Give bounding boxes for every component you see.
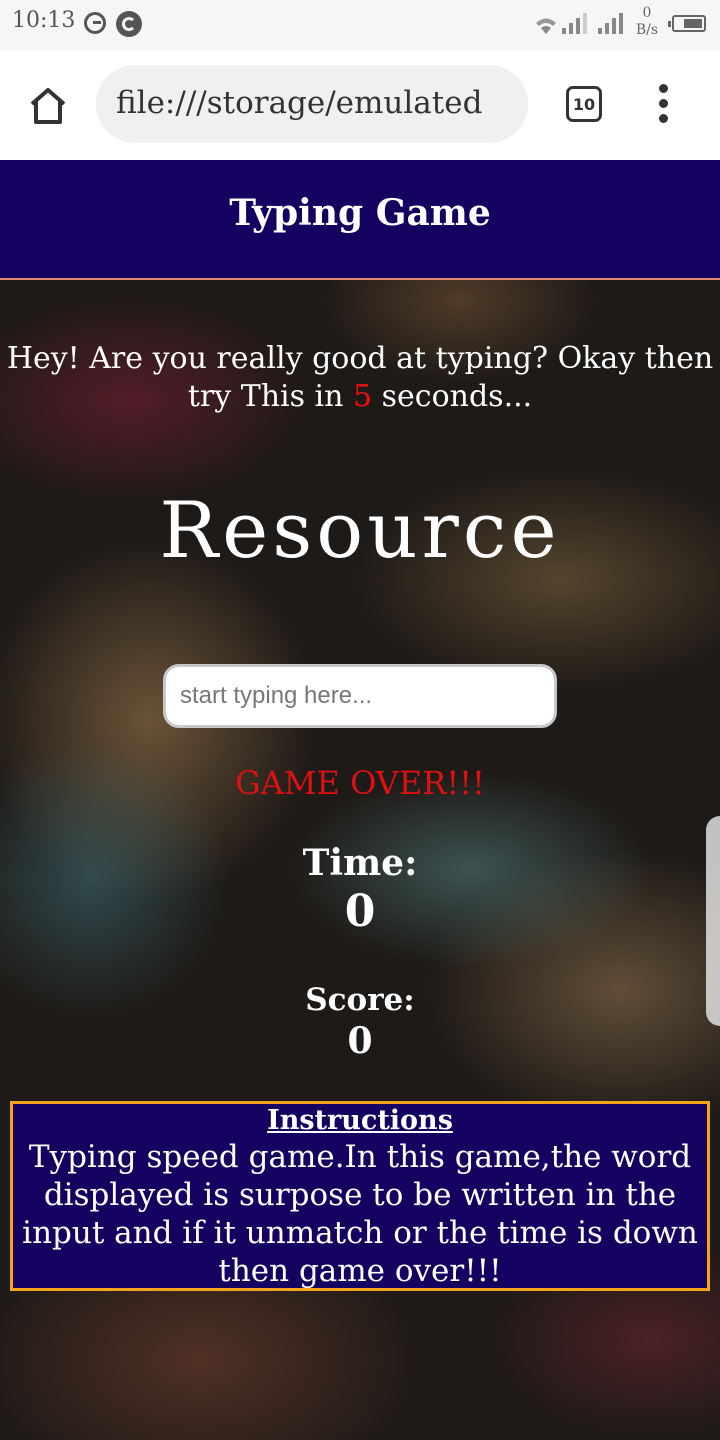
signal-strength-icon-1 xyxy=(562,12,590,34)
game-page: Typing Game Hey! Are you really good at … xyxy=(0,160,720,1440)
browser-toolbar: file:///storage/emulated 10 xyxy=(0,50,720,160)
page-title: Typing Game xyxy=(229,192,491,234)
instructions-title: Instructions xyxy=(267,1105,453,1136)
page-header: Typing Game xyxy=(0,160,720,280)
typing-input[interactable] xyxy=(163,664,557,728)
google-icon xyxy=(84,12,106,34)
score-label: Score: xyxy=(305,982,415,1018)
status-bar: 10:13 0 B/s xyxy=(0,0,720,50)
instructions-panel: Instructions Typing speed game.In this g… xyxy=(10,1101,710,1291)
signal-strength-icon-2 xyxy=(598,12,626,34)
url-text: file:///storage/emulated xyxy=(116,85,483,121)
tab-switcher-button[interactable]: 10 xyxy=(566,86,602,122)
seconds-value: 5 xyxy=(353,379,373,414)
battery-icon xyxy=(668,15,706,32)
game-status-message: GAME OVER!!! xyxy=(235,764,485,802)
home-icon[interactable] xyxy=(26,84,70,128)
instructions-body: Typing speed game.In this game,the word … xyxy=(22,1139,698,1289)
network-speed: 0 B/s xyxy=(632,5,662,39)
status-time: 10:13 xyxy=(12,8,76,33)
score-value: 0 xyxy=(347,1020,373,1062)
overflow-menu-icon[interactable] xyxy=(656,84,672,124)
address-bar[interactable]: file:///storage/emulated xyxy=(96,65,528,143)
time-label: Time: xyxy=(302,842,418,884)
network-speed-unit: B/s xyxy=(635,22,659,38)
time-value: 0 xyxy=(344,886,376,937)
edge-panel-handle[interactable] xyxy=(706,816,720,1026)
wifi-icon xyxy=(536,18,556,34)
app-notification-icon xyxy=(116,11,142,37)
network-speed-value: 0 xyxy=(642,5,652,21)
intro-text-part2: seconds... xyxy=(372,379,533,414)
current-word: Resource xyxy=(159,486,561,576)
intro-text: Hey! Are you really good at typing? Okay… xyxy=(0,340,720,416)
